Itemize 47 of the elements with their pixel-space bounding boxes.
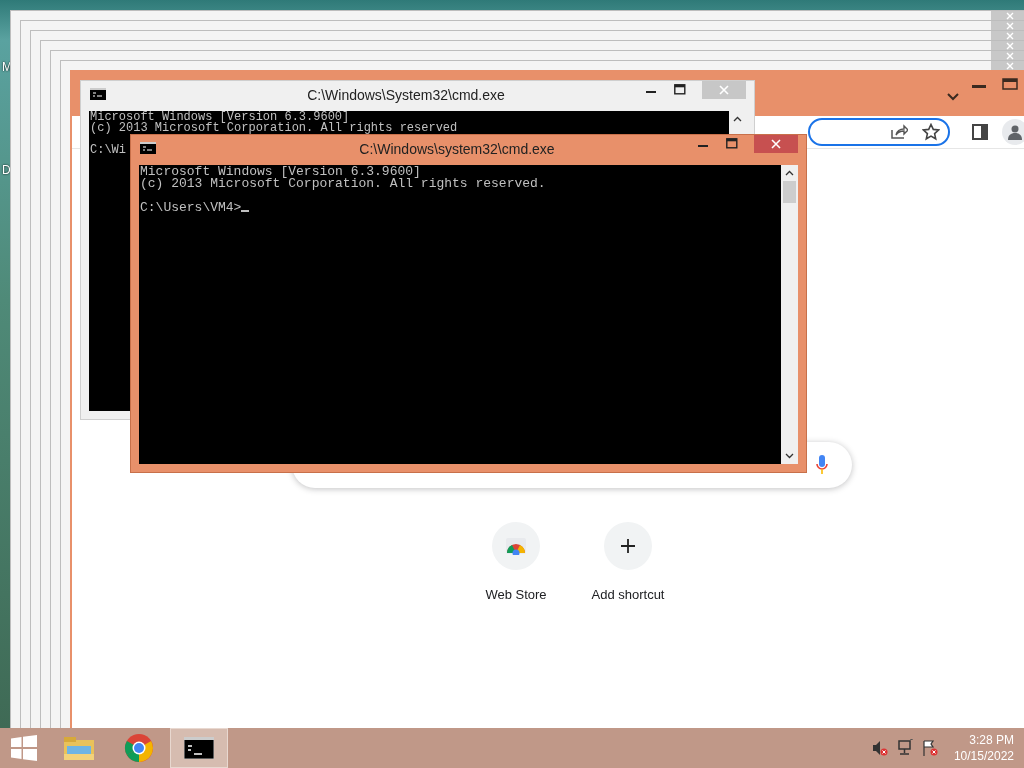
desktop-icon-label[interactable]: D [2,163,11,177]
close-icon [719,85,729,95]
windows-logo-icon [11,735,37,761]
scroll-thumb[interactable] [783,181,796,203]
microphone-icon[interactable] [816,455,828,475]
console-icon [140,142,156,154]
speaker-muted-icon[interactable] [871,740,888,756]
person-icon [1007,124,1023,140]
console-icon [90,88,106,100]
flag-icon[interactable] [921,740,938,756]
scroll-down-icon[interactable] [785,453,794,459]
scroll-up-icon[interactable] [785,170,794,176]
shortcut-tile[interactable]: Web Store [460,522,572,602]
clock-date: 10/15/2022 [953,748,1014,764]
console-line: Microsoft Windows [Version 6.3.9600] [140,166,422,178]
profile-button[interactable] [1002,119,1024,145]
star-icon[interactable] [922,123,940,141]
console-line: Microsoft Windows [Version 6.3.9600] [90,112,350,123]
console-prompt: C:\Wi [90,143,126,157]
address-bar[interactable] [808,118,950,146]
close-icon [771,139,781,149]
folder-icon [63,734,95,762]
shortcut-label: Add shortcut [591,587,665,602]
tab-search-icon[interactable] [946,92,960,102]
clock-time: 3:28 PM [969,732,1014,748]
chrome-icon [124,733,154,763]
side-panel-icon[interactable] [972,124,988,140]
close-button[interactable] [754,135,798,153]
console-line: (c) 2013 Microsoft Corporation. All rights reserved [90,123,459,134]
web-store-icon [504,537,528,555]
maximize-icon[interactable] [726,138,738,149]
minimize-icon[interactable] [698,144,710,148]
shortcut-tile[interactable]: Add shortcut [572,522,684,602]
plus-icon [620,538,636,554]
taskbar-button[interactable] [170,728,228,768]
maximize-icon[interactable] [1002,78,1018,90]
window-title: C:\Windows\System32\cmd.exe [306,87,506,103]
desktop-icon-label[interactable]: M [2,60,12,74]
window-title: C:\Windows\system32\cmd.exe [358,141,556,157]
minimize-icon[interactable] [972,85,986,89]
console-line: (c) 2013 Microsoft Corporation. All rights reserved. [140,178,547,190]
share-icon[interactable] [890,124,908,140]
console-prompt: C:\Users\VM4> [140,200,242,215]
console-icon [184,737,214,759]
scrollbar[interactable] [781,165,798,464]
shortcut-label: Web Store [485,587,547,602]
network-icon[interactable] [895,739,914,757]
